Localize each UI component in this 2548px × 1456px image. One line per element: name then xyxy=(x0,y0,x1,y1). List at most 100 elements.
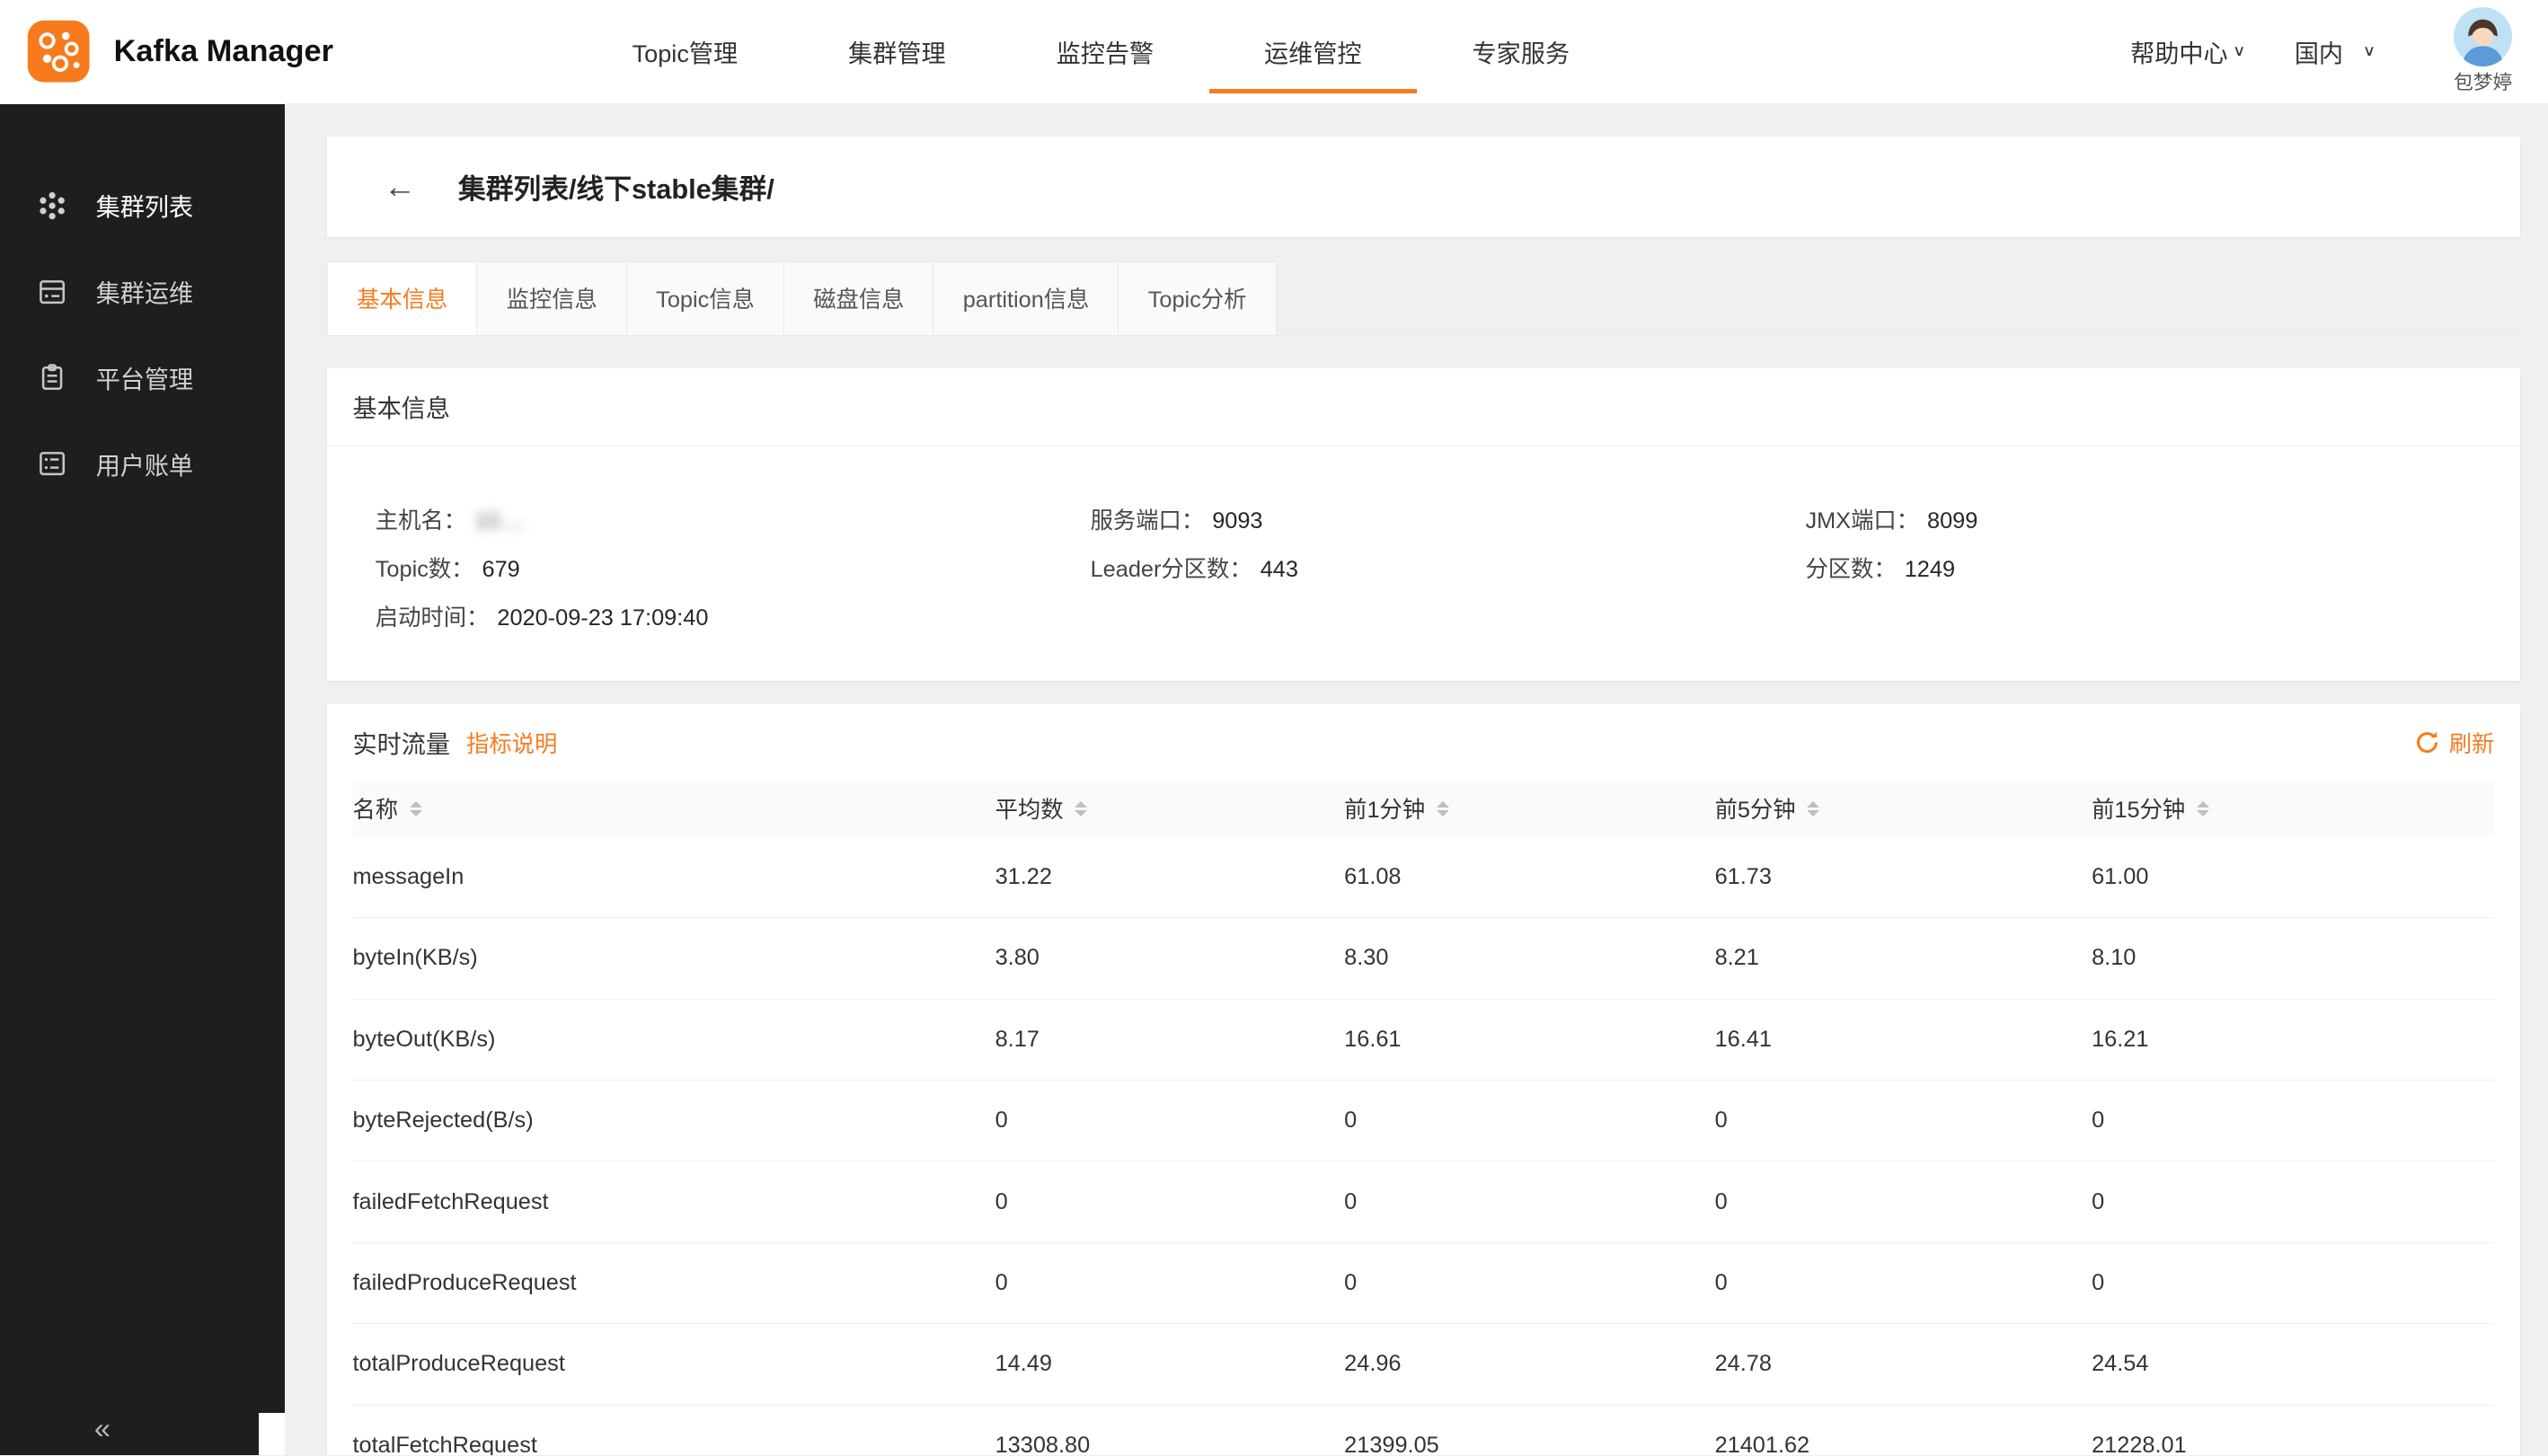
table-row: totalProduceRequest 14.49 24.96 24.78 24… xyxy=(352,1324,2494,1405)
sort-icon[interactable] xyxy=(1075,801,1087,817)
metric-value-cell: 31.22 xyxy=(995,836,1345,917)
metric-value-cell: 21401.62 xyxy=(1715,1405,2092,1455)
sidebar-item-cluster-ops[interactable]: 集群运维 xyxy=(0,249,285,335)
region-select[interactable]: 国内 ∨ xyxy=(2295,34,2376,69)
honeycomb-icon xyxy=(36,190,68,222)
avatar[interactable] xyxy=(2454,7,2512,66)
brand: Kafka Manager xyxy=(0,19,406,84)
metric-help-link[interactable]: 指标说明 xyxy=(466,727,557,759)
table-row: byteRejected(B/s) 0 0 0 0 xyxy=(352,1081,2494,1161)
tab-partition-info[interactable]: partition信息 xyxy=(933,261,1119,334)
metric-value-cell: 61.73 xyxy=(1715,836,2092,917)
metric-value-cell: 0 xyxy=(995,1161,1345,1242)
field-start-time: 启动时间： 2020-09-23 17:09:40 xyxy=(376,600,1091,632)
column-header-5min[interactable]: 前5分钟 xyxy=(1715,781,2092,836)
tab-topic-info[interactable]: Topic信息 xyxy=(626,261,785,334)
metric-value-cell: 21399.05 xyxy=(1344,1405,1714,1455)
table-header-row: 名称 平均数 前1分钟 前5分钟 前15分钟 xyxy=(352,781,2494,836)
metric-value-cell: 0 xyxy=(2092,1161,2494,1242)
nav-topic-management[interactable]: Topic管理 xyxy=(577,0,793,103)
tab-monitor-info[interactable]: 监控信息 xyxy=(476,261,627,334)
metric-value-cell: 8.21 xyxy=(1715,918,2092,999)
metric-value-cell: 16.21 xyxy=(2092,999,2494,1080)
list-icon xyxy=(36,447,68,480)
realtime-traffic-card: 实时流量 指标说明 刷新 名称 平均数 前1分钟 前5分钟 xyxy=(327,704,2521,1455)
sort-icon[interactable] xyxy=(410,801,422,817)
field-topic-count: Topic数： 679 xyxy=(376,552,1091,584)
user-name: 包梦婷 xyxy=(2454,67,2512,95)
metric-value-cell: 61.00 xyxy=(2092,836,2494,917)
metric-value-cell: 8.30 xyxy=(1344,918,1714,999)
table-row: byteIn(KB/s) 3.80 8.30 8.21 8.10 xyxy=(352,918,2494,999)
metric-value-cell: 13308.80 xyxy=(995,1405,1345,1455)
metric-value-cell: 61.08 xyxy=(1344,836,1714,917)
sort-icon[interactable] xyxy=(1807,801,1819,817)
scrollbar-thumb[interactable] xyxy=(259,1413,285,1455)
app-logo-icon[interactable] xyxy=(26,19,91,84)
metric-value-cell: 0 xyxy=(1715,1242,2092,1323)
metric-value-cell: 0 xyxy=(995,1081,1345,1161)
metric-value-cell: 0 xyxy=(2092,1081,2494,1161)
sidebar-item-platform[interactable]: 平台管理 xyxy=(0,335,285,421)
chevron-down-icon: ∨ xyxy=(2363,42,2376,60)
grid-panel-icon xyxy=(36,276,68,308)
field-service-port: 服务端口： 9093 xyxy=(1091,503,1806,535)
help-center-menu[interactable]: 帮助中心 ∨ xyxy=(2130,34,2245,69)
sidebar: 集群列表 集群运维 平台管理 用户账单 « xyxy=(0,104,285,1455)
metric-value-cell: 8.10 xyxy=(2092,918,2494,999)
breadcrumb-bar: ← 集群列表/线下stable集群/ xyxy=(327,137,2521,237)
metric-value-cell: 8.17 xyxy=(995,999,1345,1080)
refresh-button[interactable]: 刷新 xyxy=(2415,727,2495,759)
nav-ops-control[interactable]: 运维管控 xyxy=(1209,0,1417,103)
metric-value-cell: 0 xyxy=(1344,1081,1714,1161)
column-header-1min[interactable]: 前1分钟 xyxy=(1344,781,1714,836)
metric-name-cell: totalProduceRequest xyxy=(352,1324,995,1405)
header-right: 帮助中心 ∨ 国内 ∨ 包梦婷 xyxy=(2130,7,2548,95)
metric-value-cell: 0 xyxy=(995,1242,1345,1323)
sort-icon[interactable] xyxy=(2197,801,2209,817)
tab-basic-info[interactable]: 基本信息 xyxy=(327,261,478,334)
table-row: failedProduceRequest 0 0 0 0 xyxy=(352,1242,2494,1323)
sidebar-item-cluster-list[interactable]: 集群列表 xyxy=(0,163,285,249)
page-title: 集群列表/线下stable集群/ xyxy=(458,166,774,207)
basic-info-fields: 主机名： 10.... 服务端口： 9093 JMX端口： 8099 Topic… xyxy=(327,446,2521,682)
nav-cluster-management[interactable]: 集群管理 xyxy=(793,0,1001,103)
app-title: Kafka Manager xyxy=(114,34,333,69)
back-button[interactable]: ← xyxy=(384,171,416,203)
main-content: ← 集群列表/线下stable集群/ 基本信息 监控信息 Topic信息 磁盘信… xyxy=(285,104,2548,1455)
metric-name-cell: failedFetchRequest xyxy=(352,1161,995,1242)
metric-name-cell: byteRejected(B/s) xyxy=(352,1081,995,1161)
metric-name-cell: messageIn xyxy=(352,836,995,917)
table-row: messageIn 31.22 61.08 61.73 61.00 xyxy=(352,836,2494,917)
column-header-avg[interactable]: 平均数 xyxy=(995,781,1345,836)
metric-name-cell: failedProduceRequest xyxy=(352,1242,995,1323)
tab-topic-analysis[interactable]: Topic分析 xyxy=(1118,261,1277,334)
traffic-title: 实时流量 xyxy=(352,725,450,760)
metric-value-cell: 16.61 xyxy=(1344,999,1714,1080)
table-row: byteOut(KB/s) 8.17 16.61 16.41 16.21 xyxy=(352,999,2494,1080)
column-header-name[interactable]: 名称 xyxy=(352,781,995,836)
chevron-down-icon: ∨ xyxy=(2233,42,2246,60)
sidebar-collapse-button[interactable]: « xyxy=(94,1412,111,1445)
column-header-15min[interactable]: 前15分钟 xyxy=(2092,781,2494,836)
refresh-icon xyxy=(2415,730,2439,754)
sort-icon[interactable] xyxy=(1437,801,1449,817)
metric-name-cell: totalFetchRequest xyxy=(352,1405,995,1455)
metric-value-cell: 24.96 xyxy=(1344,1324,1714,1405)
sidebar-item-billing[interactable]: 用户账单 xyxy=(0,420,285,507)
metric-value-cell: 3.80 xyxy=(995,918,1345,999)
nav-expert-service[interactable]: 专家服务 xyxy=(1417,0,1624,103)
tab-disk-info[interactable]: 磁盘信息 xyxy=(783,261,934,334)
field-hostname: 主机名： 10.... xyxy=(376,503,1091,535)
metric-value-cell: 0 xyxy=(2092,1242,2494,1323)
metric-value-cell: 24.78 xyxy=(1715,1324,2092,1405)
metric-value-cell: 0 xyxy=(1715,1081,2092,1161)
sidebar-item-label: 集群列表 xyxy=(96,188,194,223)
nav-monitor-alert[interactable]: 监控告警 xyxy=(1001,0,1208,103)
field-partition-count: 分区数： 1249 xyxy=(1805,552,2520,584)
user-menu[interactable]: 包梦婷 xyxy=(2454,7,2512,95)
basic-info-card: 基本信息 主机名： 10.... 服务端口： 9093 JMX端口： 8099 … xyxy=(327,368,2521,682)
metric-value-cell: 21228.01 xyxy=(2092,1405,2494,1455)
sidebar-item-label: 集群运维 xyxy=(96,274,194,309)
basic-info-title: 基本信息 xyxy=(327,368,2521,446)
